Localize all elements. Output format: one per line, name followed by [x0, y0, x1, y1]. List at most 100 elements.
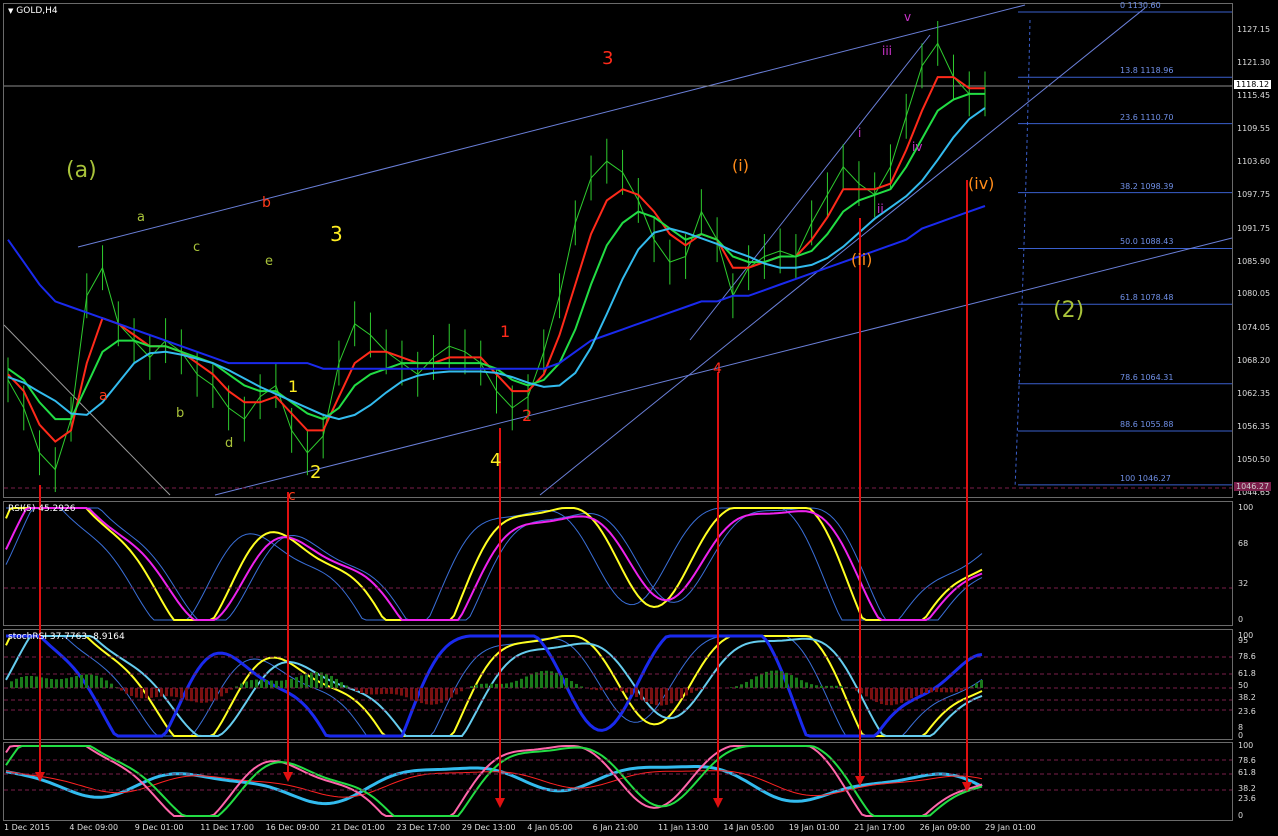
histogram-bar	[915, 688, 918, 697]
histogram-bar	[200, 688, 203, 703]
histogram-bar	[430, 688, 433, 705]
histogram-bar	[275, 680, 278, 688]
wave-label: v	[904, 10, 912, 24]
histogram-bar	[900, 688, 903, 703]
histogram-bar	[60, 679, 63, 688]
histogram-bar	[80, 674, 83, 688]
histogram-bar	[440, 688, 443, 703]
oscillator-scale-label: 38.2	[1238, 784, 1256, 794]
histogram-bar	[290, 678, 293, 688]
histogram-bar	[300, 675, 303, 688]
histogram-bar	[135, 688, 138, 698]
histogram-bar	[415, 688, 418, 702]
oscillator-scale-label: 78.6	[1238, 755, 1256, 765]
price-tick-label: 1074.05	[1237, 323, 1271, 333]
histogram-bar	[515, 680, 518, 688]
histogram-bar	[950, 688, 953, 693]
histogram-bar	[670, 688, 673, 704]
histogram-bar	[470, 686, 473, 688]
histogram-bar	[55, 679, 58, 688]
fib-level-label: 23.6 1110.70	[1120, 112, 1174, 122]
wave-label: i	[858, 126, 862, 140]
histogram-bar	[660, 688, 663, 706]
oscillator-scale-label: 0	[1238, 811, 1244, 820]
oscillator-scale-label: 0	[1238, 731, 1244, 740]
histogram-bar	[340, 682, 343, 688]
time-tick-label: 11 Jan 13:00	[658, 823, 709, 832]
histogram-bar	[210, 688, 213, 702]
histogram-bar	[390, 688, 393, 694]
histogram-bar	[855, 688, 858, 691]
histogram-bar	[130, 688, 133, 696]
histogram-bar	[360, 688, 363, 693]
fib-level-label: 78.6 1064.31	[1120, 372, 1174, 382]
histogram-bar	[170, 688, 173, 697]
histogram-bar	[125, 688, 128, 694]
wave-label: ii	[877, 202, 884, 216]
triangle-down-icon[interactable]: ▼	[8, 7, 13, 15]
wave-label: 3	[330, 222, 343, 246]
histogram-bar	[960, 688, 963, 691]
fib-level-label: 13.8 1118.96	[1120, 66, 1174, 76]
histogram-bar	[560, 675, 563, 688]
histogram-bar	[280, 680, 283, 688]
wave-label: 2	[310, 462, 322, 483]
price-tick-label: 1109.55	[1237, 124, 1271, 134]
wave-label: b	[176, 406, 185, 421]
oscillator-scale-label: 68	[1238, 538, 1249, 548]
histogram-bar	[575, 683, 578, 688]
histogram-bar	[450, 688, 453, 698]
time-tick-label: 4 Jan 05:00	[527, 823, 573, 832]
histogram-bar	[685, 688, 688, 696]
histogram-bar	[535, 672, 538, 688]
wave-label: c	[288, 488, 296, 504]
chart-title[interactable]: ▼ GOLD,H4	[8, 6, 58, 16]
histogram-bar	[545, 670, 548, 688]
histogram-bar	[630, 688, 633, 695]
fib-level-label: 50.0 1088.43	[1120, 237, 1174, 247]
histogram-bar	[110, 683, 113, 688]
price-tick-label: 1127.15	[1237, 25, 1271, 35]
gold-h4-chart[interactable]	[0, 0, 1278, 836]
histogram-bar	[490, 683, 493, 688]
time-tick-label: 6 Jan 21:00	[592, 823, 639, 832]
wave-label: 1	[288, 377, 299, 396]
oscillator-scale-label: 100	[1238, 503, 1254, 512]
histogram-bar	[485, 683, 488, 688]
histogram-bar	[245, 681, 248, 688]
histogram-bar	[160, 688, 163, 697]
histogram-bar	[120, 688, 123, 691]
histogram-bar	[90, 674, 93, 688]
histogram-bar	[220, 688, 223, 697]
histogram-bar	[745, 681, 748, 688]
price-tick-label: 1080.05	[1237, 289, 1271, 299]
histogram-bar	[935, 688, 938, 693]
price-tick-label: 1056.35	[1237, 422, 1271, 432]
histogram-bar	[435, 688, 438, 705]
oscillator-scale-label: 23.6	[1238, 794, 1256, 804]
histogram-bar	[155, 688, 158, 698]
histogram-bar	[800, 680, 803, 688]
histogram-bar	[530, 674, 533, 688]
histogram-bar	[215, 688, 218, 700]
histogram-bar	[625, 688, 628, 693]
histogram-bar	[865, 688, 868, 697]
price-tick-label: 1103.60	[1237, 157, 1271, 167]
histogram-bar	[405, 688, 408, 698]
histogram-bar	[870, 688, 873, 700]
wave-label: (a)	[66, 158, 97, 183]
histogram-bar	[810, 684, 813, 688]
histogram-bar	[940, 688, 943, 693]
wave-label: (ii)	[851, 250, 873, 269]
histogram-bar	[255, 679, 258, 688]
fib-level-label: 61.8 1078.48	[1120, 293, 1174, 303]
price-tick-label: 1097.75	[1237, 190, 1271, 200]
histogram-bar	[920, 688, 923, 695]
wave-label: 1	[500, 322, 511, 341]
time-tick-label: 29 Jan 01:00	[985, 823, 1036, 832]
histogram-bar	[750, 679, 753, 688]
wave-label: c	[193, 240, 201, 255]
histogram-bar	[690, 688, 693, 693]
histogram-bar	[565, 677, 568, 688]
histogram-bar	[250, 680, 253, 688]
